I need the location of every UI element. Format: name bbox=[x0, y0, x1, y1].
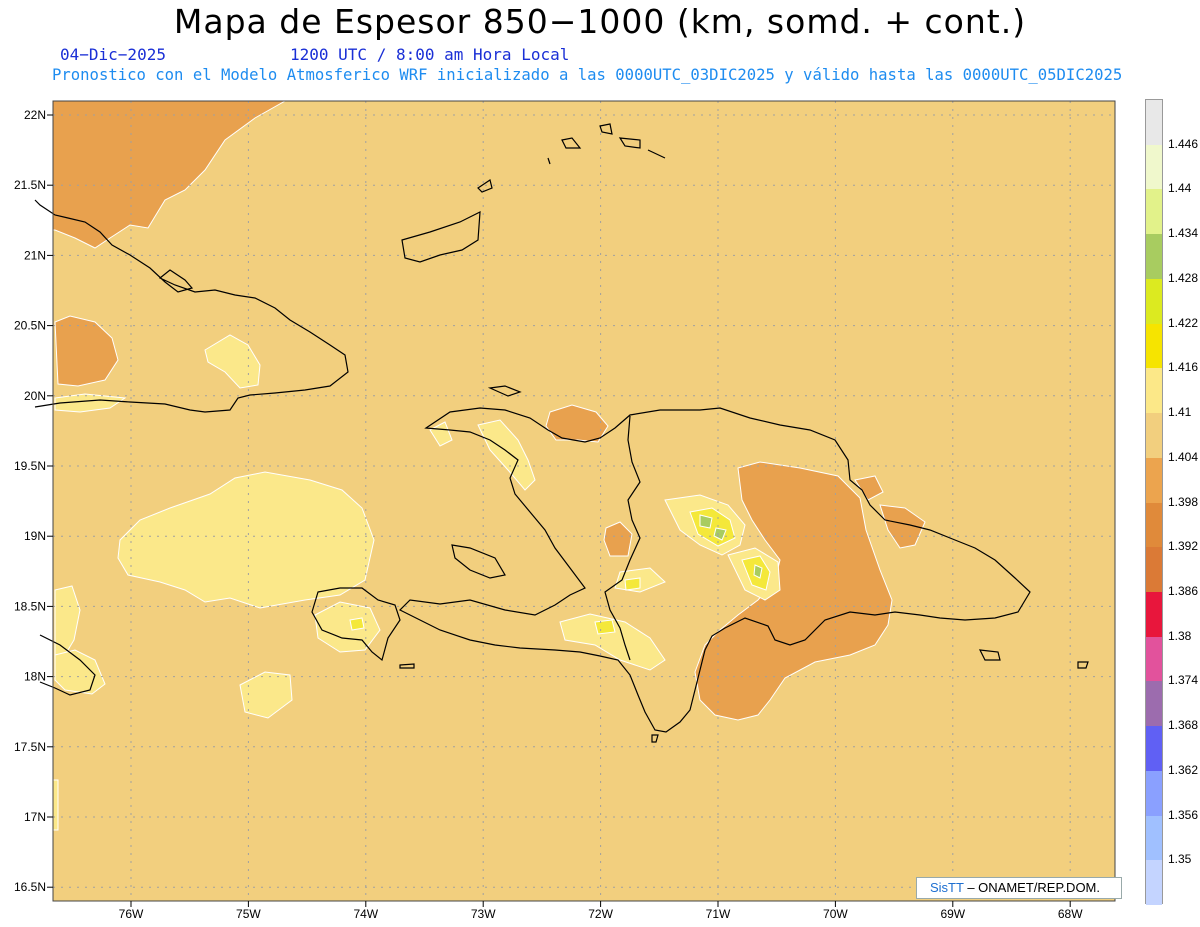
colorbar-swatch bbox=[1146, 502, 1162, 548]
lon-label: 71W bbox=[706, 907, 731, 921]
colorbar-label: 1.398 bbox=[1168, 494, 1199, 509]
lat-label: 20.5N bbox=[14, 319, 46, 333]
colorbar-swatch bbox=[1146, 726, 1162, 772]
forecast-time: 1200 UTC / 8:00 am Hora Local bbox=[290, 45, 570, 64]
colorbar-swatch bbox=[1146, 100, 1162, 146]
colorbar-swatch bbox=[1146, 413, 1162, 459]
lat-label: 21.5N bbox=[14, 178, 46, 192]
colorbar-label: 1.38 bbox=[1168, 628, 1192, 643]
colorbar-label: 1.416 bbox=[1168, 360, 1199, 375]
colorbar-label: 1.422 bbox=[1168, 315, 1199, 330]
colorbar-swatch bbox=[1146, 770, 1162, 817]
lat-label: 22N bbox=[24, 108, 46, 122]
longitude-labels: 76W 75W 74W 73W 72W 71W 70W 69W 68W bbox=[119, 901, 1083, 921]
lat-label: 20N bbox=[24, 389, 46, 403]
lon-label: 72W bbox=[588, 907, 613, 921]
credit-brand: SisTT bbox=[930, 880, 964, 895]
credit-box: SisTT – ONAMET/REP.DOM. bbox=[916, 877, 1122, 899]
colorbar-label: 1.434 bbox=[1168, 226, 1199, 241]
credit-org: – ONAMET/REP.DOM. bbox=[963, 880, 1101, 895]
lat-label: 21N bbox=[24, 248, 46, 262]
lon-label: 73W bbox=[471, 907, 496, 921]
colorbar-label: 1.41 bbox=[1168, 405, 1192, 420]
colorbar-label: 1.368 bbox=[1168, 718, 1199, 733]
colorbar-swatch bbox=[1146, 144, 1162, 190]
thickness-map: 22N 21.5N 21N 20.5N 20N 19.5N 19N 18.5N 18N 17.5N… bbox=[14, 100, 1116, 921]
model-info: Pronostico con el Modelo Atmosferico WRF… bbox=[52, 66, 1123, 84]
colorbar-label: 1.356 bbox=[1168, 807, 1199, 822]
lat-label: 16.5N bbox=[14, 880, 46, 894]
colorbar-swatch bbox=[1146, 189, 1162, 235]
colorbar-label: 1.392 bbox=[1168, 539, 1199, 554]
lat-label: 18.5N bbox=[14, 599, 46, 613]
lon-label: 75W bbox=[236, 907, 261, 921]
colorbar-swatch bbox=[1146, 815, 1162, 861]
latitude-labels: 22N 21.5N 21N 20.5N 20N 19.5N 19N 18.5N 18N 17.5N… bbox=[14, 108, 53, 894]
colorbar-swatch bbox=[1146, 636, 1162, 682]
colorbar-label: 1.362 bbox=[1168, 762, 1199, 777]
lon-label: 74W bbox=[353, 907, 378, 921]
lat-label: 17.5N bbox=[14, 740, 46, 754]
colorbar-swatch bbox=[1146, 457, 1162, 503]
colorbar-label: 1.446 bbox=[1168, 136, 1199, 151]
colorbar-swatch bbox=[1146, 591, 1162, 638]
lat-label: 19.5N bbox=[14, 459, 46, 473]
lat-label: 17N bbox=[24, 810, 46, 824]
colorbar-label: 1.428 bbox=[1168, 270, 1199, 285]
map-title: Mapa de Espesor 850−1000 (km, somd. + co… bbox=[173, 2, 1027, 41]
colorbar-label: 1.386 bbox=[1168, 583, 1199, 598]
colorbar-swatch bbox=[1146, 368, 1162, 414]
lat-label: 18N bbox=[24, 670, 46, 684]
colorbar-swatch bbox=[1146, 234, 1162, 280]
lon-label: 69W bbox=[940, 907, 965, 921]
forecast-date: 04−Dic−2025 bbox=[60, 45, 166, 64]
colorbar-swatch bbox=[1146, 860, 1162, 906]
colorbar-label: 1.404 bbox=[1168, 449, 1199, 464]
lon-label: 70W bbox=[823, 907, 848, 921]
lon-label: 76W bbox=[119, 907, 144, 921]
colorbar-swatch bbox=[1146, 681, 1162, 727]
colorbar-label: 1.374 bbox=[1168, 673, 1199, 688]
colorbar bbox=[1145, 99, 1163, 906]
colorbar-label: 1.35 bbox=[1168, 852, 1192, 867]
lat-label: 19N bbox=[24, 529, 46, 543]
colorbar-swatch bbox=[1146, 547, 1162, 593]
lon-label: 68W bbox=[1058, 907, 1083, 921]
colorbar-swatch bbox=[1146, 323, 1162, 369]
colorbar-swatch bbox=[1146, 278, 1162, 325]
colorbar-label: 1.44 bbox=[1168, 181, 1192, 196]
